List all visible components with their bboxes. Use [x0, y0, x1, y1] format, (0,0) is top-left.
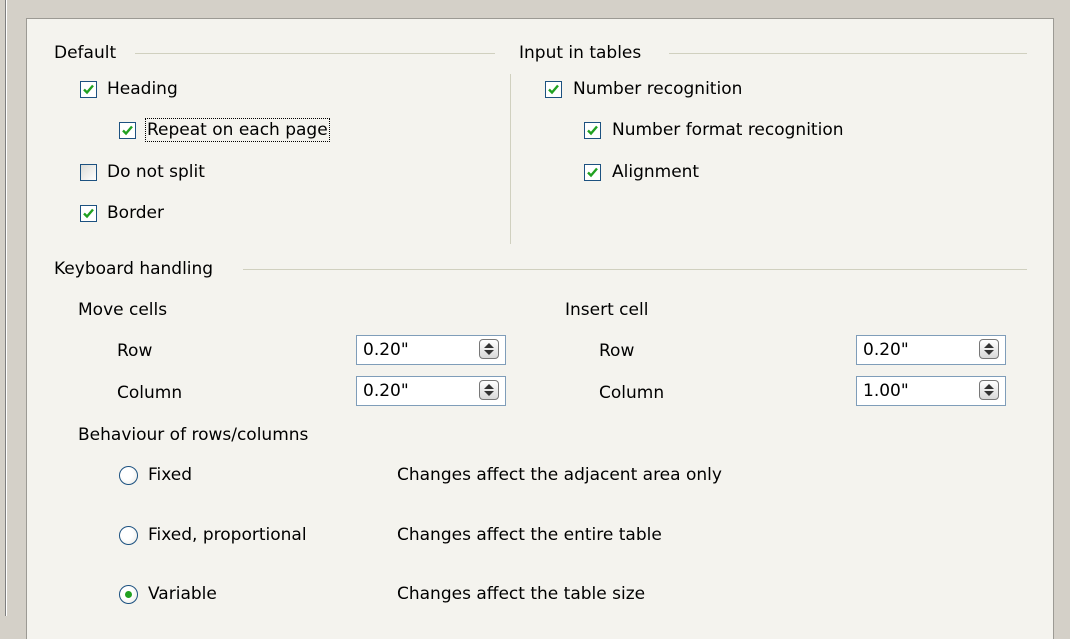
section-separator: [510, 74, 511, 244]
variable-label: Variable: [148, 584, 217, 604]
divider: [669, 53, 1027, 54]
number-recognition-label: Number recognition: [573, 79, 743, 99]
divider: [135, 53, 495, 54]
border-label: Border: [107, 203, 164, 223]
move-row-spinbox[interactable]: [356, 335, 506, 365]
repeat-on-each-page-label: Repeat on each page: [145, 118, 330, 142]
insert-row-spinbox[interactable]: [856, 335, 1006, 365]
section-default-title: Default: [54, 43, 117, 63]
insert-column-label: Column: [599, 383, 665, 403]
repeat-on-each-page-checkbox[interactable]: [119, 122, 136, 139]
radio-selected-dot: [125, 591, 132, 598]
divider: [243, 269, 1027, 270]
variable-radio[interactable]: [119, 585, 138, 604]
alignment-checkbox[interactable]: [584, 164, 601, 181]
heading-checkbox[interactable]: [80, 81, 97, 98]
spin-arrows-icon[interactable]: [979, 339, 999, 359]
fixed-label: Fixed: [148, 465, 193, 485]
fixed-radio[interactable]: [119, 466, 138, 485]
spin-arrows-icon[interactable]: [479, 339, 499, 359]
fixed-proportional-radio[interactable]: [119, 526, 138, 545]
variable-description: Changes affect the table size: [397, 584, 646, 604]
section-input-in-tables-title: Input in tables: [519, 43, 642, 63]
spin-arrows-icon[interactable]: [479, 380, 499, 400]
insert-row-input[interactable]: [857, 336, 963, 364]
move-column-input[interactable]: [357, 377, 463, 405]
move-cells-title: Move cells: [78, 300, 168, 320]
move-row-input[interactable]: [357, 336, 463, 364]
do-not-split-checkbox[interactable]: [80, 164, 97, 181]
insert-column-input[interactable]: [857, 377, 963, 405]
move-column-label: Column: [117, 383, 183, 403]
fixed-description: Changes affect the adjacent area only: [397, 465, 722, 485]
do-not-split-label: Do not split: [107, 162, 205, 182]
table-options-panel: Default Heading Repeat on each page Do n…: [26, 18, 1054, 639]
behaviour-title: Behaviour of rows/columns: [78, 425, 309, 445]
spin-arrows-icon[interactable]: [979, 380, 999, 400]
insert-cell-title: Insert cell: [565, 300, 649, 320]
fixed-proportional-description: Changes affect the entire table: [397, 525, 662, 545]
number-format-recognition-checkbox[interactable]: [584, 122, 601, 139]
fixed-proportional-label: Fixed, proportional: [148, 525, 307, 545]
alignment-label: Alignment: [612, 162, 700, 182]
section-keyboard-handling-title: Keyboard handling: [54, 259, 214, 279]
insert-row-label: Row: [599, 341, 635, 361]
border-checkbox[interactable]: [80, 205, 97, 222]
number-format-recognition-label: Number format recognition: [612, 120, 844, 140]
heading-label: Heading: [107, 79, 178, 99]
insert-column-spinbox[interactable]: [856, 376, 1006, 406]
window-left-edge: [0, 0, 10, 616]
move-row-label: Row: [117, 341, 153, 361]
number-recognition-checkbox[interactable]: [545, 81, 562, 98]
move-column-spinbox[interactable]: [356, 376, 506, 406]
